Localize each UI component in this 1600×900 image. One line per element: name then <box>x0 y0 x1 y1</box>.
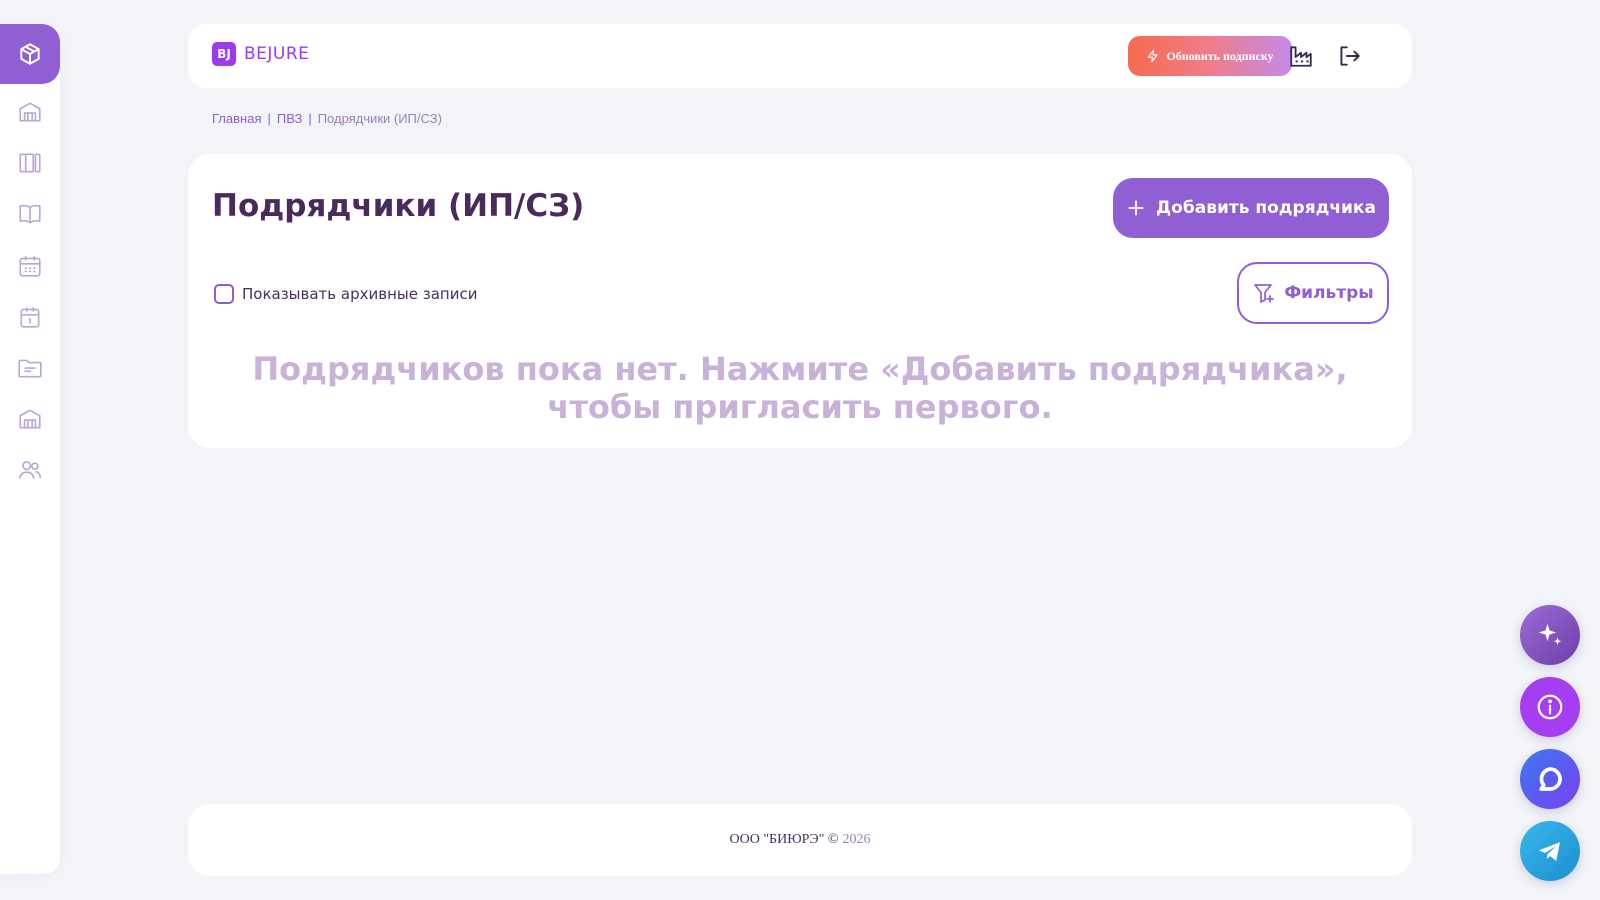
folder-icon <box>18 359 42 378</box>
footer: ООО "БИЮРЭ" © 2026 <box>188 804 1412 876</box>
sparkle-icon <box>1538 623 1562 645</box>
show-archived-checkbox[interactable] <box>214 284 234 304</box>
box-icon <box>20 43 40 65</box>
sidebar-item-users[interactable] <box>15 455 45 485</box>
sidebar-item-book[interactable] <box>15 199 45 229</box>
book-icon <box>19 204 41 224</box>
sidebar-item-columns[interactable] <box>15 148 45 178</box>
breadcrumb-current: Подрядчики (ИП/СЗ) <box>317 111 442 126</box>
sidebar-item-folder[interactable] <box>15 353 45 383</box>
calendar-icon <box>20 307 40 328</box>
add-contractor-label: Добавить подрядчика <box>1156 198 1376 218</box>
calendar-grid-icon <box>19 256 41 277</box>
telegram-icon <box>1538 842 1560 861</box>
filters-label: Фильтры <box>1284 283 1374 303</box>
logo-text: BEJURE <box>244 44 310 64</box>
ai-assistant-button[interactable] <box>1520 605 1580 665</box>
factory-icon[interactable] <box>1288 43 1314 69</box>
upgrade-subscription-label: Обновить подписку <box>1166 48 1274 63</box>
plus-icon <box>1128 200 1144 216</box>
info-button[interactable] <box>1520 677 1580 737</box>
breadcrumb-pvz[interactable]: ПВЗ <box>277 111 302 126</box>
logout-icon[interactable] <box>1336 43 1362 69</box>
logo[interactable]: BJ BEJURE <box>212 42 309 66</box>
contractors-card: Подрядчики (ИП/СЗ) Добавить подрядчика П… <box>188 154 1412 448</box>
show-archived-label: Показывать архивные записи <box>242 285 478 303</box>
empty-state-message: Подрядчиков пока нет. Нажмите «Добавить … <box>252 350 1348 426</box>
sidebar-item-box[interactable] <box>0 24 60 84</box>
users-icon <box>18 461 42 479</box>
info-icon <box>1537 694 1563 720</box>
show-archived-toggle[interactable]: Показывать архивные записи <box>214 284 477 304</box>
sidebar-item-warehouse[interactable] <box>15 97 45 127</box>
breadcrumb-home[interactable]: Главная <box>212 111 261 126</box>
breadcrumb: Главная | ПВЗ | Подрядчики (ИП/СЗ) <box>212 111 442 126</box>
sidebar <box>0 24 60 874</box>
logo-mark: BJ <box>212 42 236 66</box>
warehouse-icon <box>19 409 41 429</box>
page-title: Подрядчики (ИП/СЗ) <box>212 188 585 224</box>
add-contractor-button[interactable]: Добавить подрядчика <box>1113 178 1389 238</box>
sidebar-item-calendar-grid[interactable] <box>15 251 45 281</box>
sidebar-item-calendar[interactable] <box>15 302 45 332</box>
top-bar: BJ BEJURE Обновить подписку <box>188 24 1412 88</box>
filters-button[interactable]: Фильтры <box>1237 262 1389 324</box>
upgrade-subscription-button[interactable]: Обновить подписку <box>1128 36 1292 76</box>
filter-plus-icon <box>1254 284 1275 303</box>
columns-icon <box>19 153 41 173</box>
breadcrumb-separator: | <box>267 111 271 126</box>
chat-icon <box>1539 767 1562 791</box>
telegram-button[interactable] <box>1520 821 1580 881</box>
warehouse-icon <box>19 102 41 122</box>
footer-company: ООО "БИЮРЭ" © <box>729 832 839 847</box>
sidebar-item-warehouse-2[interactable] <box>15 404 45 434</box>
breadcrumb-separator: | <box>308 111 312 126</box>
lightning-icon <box>1148 49 1159 63</box>
footer-year: 2026 <box>842 832 871 847</box>
chat-button[interactable] <box>1520 749 1580 809</box>
